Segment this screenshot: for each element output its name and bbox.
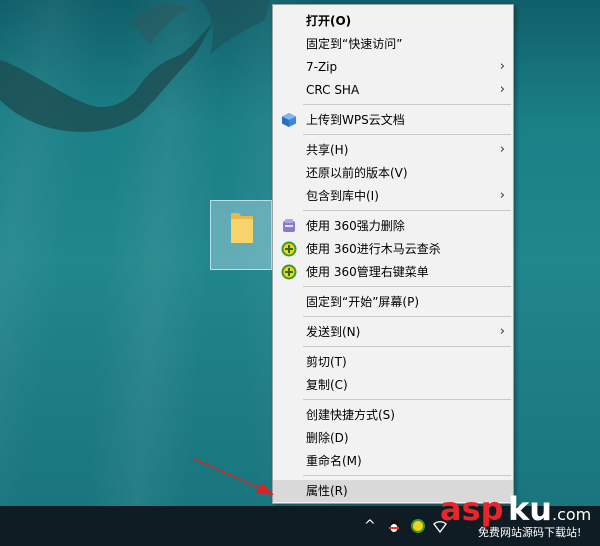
menu-separator — [303, 346, 511, 347]
submenu-arrow-icon: › — [499, 324, 505, 339]
menu-item-rename[interactable]: 重命名(M) — [273, 450, 513, 472]
menu-item-cut[interactable]: 剪切(T) — [273, 351, 513, 373]
menu-item-copy[interactable]: 复制(C) — [273, 374, 513, 396]
svg-text:.com: .com — [552, 505, 591, 524]
red-arrow-annotation — [193, 458, 274, 495]
menu-item-360-menu-manage[interactable]: 使用 360管理右键菜单 — [273, 261, 513, 283]
folder-icon — [231, 213, 253, 243]
menu-separator — [303, 210, 511, 211]
menu-item-include-library[interactable]: 包含到库中(I) › — [273, 185, 513, 207]
svg-text:asp: asp — [440, 490, 504, 528]
submenu-arrow-icon: › — [499, 59, 505, 74]
menu-item-360-scan[interactable]: 使用 360进行木马云查杀 — [273, 238, 513, 260]
menu-item-open[interactable]: 打开(O) — [273, 10, 513, 32]
menu-item-send-to[interactable]: 发送到(N) › — [273, 321, 513, 343]
menu-item-upload-wps[interactable]: 上传到WPS云文档 — [273, 109, 513, 131]
360-scan-icon — [281, 241, 297, 257]
tray-expand-icon[interactable]: ^ — [364, 518, 376, 534]
menu-item-7zip[interactable]: 7-Zip › — [273, 56, 513, 78]
menu-item-delete[interactable]: 删除(D) — [273, 427, 513, 449]
submenu-arrow-icon: › — [499, 82, 505, 97]
menu-item-restore-versions[interactable]: 还原以前的版本(V) — [273, 162, 513, 184]
qq-icon[interactable] — [386, 518, 402, 534]
menu-separator — [303, 286, 511, 287]
wallpaper-diver-image — [0, 0, 270, 132]
svg-text:ku: ku — [508, 490, 552, 528]
submenu-arrow-icon: › — [499, 142, 505, 157]
menu-item-share[interactable]: 共享(H) › — [273, 139, 513, 161]
menu-item-crc-sha[interactable]: CRC SHA › — [273, 79, 513, 101]
360-menu-icon — [281, 264, 297, 280]
menu-separator — [303, 399, 511, 400]
selected-folder[interactable] — [210, 200, 272, 270]
menu-item-360-shred[interactable]: 使用 360强力删除 — [273, 215, 513, 237]
menu-separator — [303, 316, 511, 317]
context-menu: 打开(O) 固定到“快速访问” 7-Zip › CRC SHA › 上传到WPS… — [272, 4, 514, 504]
360-tray-icon[interactable] — [410, 518, 426, 534]
watermark-caption: 免费网站源码下载站! — [478, 526, 582, 539]
menu-item-pin-quick-access[interactable]: 固定到“快速访问” — [273, 33, 513, 55]
menu-item-pin-start[interactable]: 固定到“开始”屏幕(P) — [273, 291, 513, 313]
menu-item-create-shortcut[interactable]: 创建快捷方式(S) — [273, 404, 513, 426]
360-shred-icon — [283, 219, 295, 232]
menu-separator — [303, 104, 511, 105]
submenu-arrow-icon: › — [499, 188, 505, 203]
menu-separator — [303, 475, 511, 476]
wps-cloud-icon — [282, 113, 296, 127]
menu-separator — [303, 134, 511, 135]
